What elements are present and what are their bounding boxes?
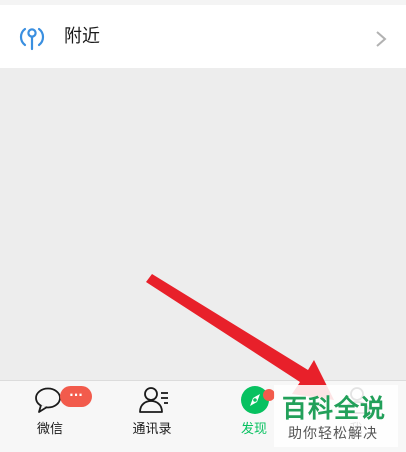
nearby-pin-icon	[19, 27, 45, 51]
nearby-list-item[interactable]: 附近	[0, 5, 406, 68]
unread-badge: ···	[60, 386, 92, 407]
tab-wechat-label: 微信	[36, 422, 63, 437]
chevron-right-icon	[376, 31, 387, 47]
nearby-label: 附近	[64, 26, 100, 47]
tab-contacts[interactable]: 通讯录	[112, 381, 192, 452]
watermark-subtitle: 助你轻松解决	[288, 426, 378, 442]
tab-contacts-label: 通讯录	[132, 422, 172, 437]
watermark-title: 百科全说	[282, 394, 387, 423]
contacts-icon	[139, 387, 168, 413]
